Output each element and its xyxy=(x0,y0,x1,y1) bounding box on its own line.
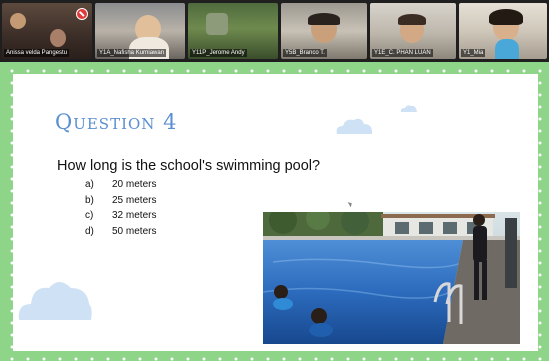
participant-tile[interactable]: Y1_Mia xyxy=(459,3,547,59)
option-letter: a) xyxy=(85,179,94,190)
participant-tile[interactable]: Anissa velda Pangestu xyxy=(2,3,92,59)
person-hair xyxy=(398,14,426,25)
answer-option: b) 25 meters xyxy=(85,195,156,211)
cloud-icon xyxy=(336,118,373,134)
mic-muted-icon xyxy=(76,8,88,20)
shared-slide: Question 4 How long is the school's swim… xyxy=(0,62,549,361)
participant-tile[interactable]: Y1E_C. PHAN LUAN xyxy=(370,3,456,59)
answer-option: d) 50 meters xyxy=(85,226,156,242)
option-text: 32 meters xyxy=(112,210,157,221)
cursor-icon xyxy=(347,200,354,208)
participant-name: Y11P_Jerome Andy xyxy=(190,49,247,57)
person-hair xyxy=(489,9,523,25)
participant-tile[interactable]: Y11P_Jerome Andy xyxy=(188,3,278,59)
option-letter: b) xyxy=(85,194,94,206)
person-head xyxy=(50,29,66,47)
answer-option: c) 32 meters xyxy=(85,210,156,226)
participant-name: Y5B_Branco T. xyxy=(283,49,327,57)
question-title: Question 4 xyxy=(55,110,178,134)
background-object xyxy=(206,13,228,35)
cloud-icon xyxy=(18,282,92,320)
participant-name: Y1E_C. PHAN LUAN xyxy=(372,49,433,57)
participant-name: Y1A_Nafisha Kurniawan xyxy=(97,49,167,57)
option-letter: c) xyxy=(85,210,94,221)
pool-scene xyxy=(263,212,520,344)
swimming-pool-photo xyxy=(263,212,520,344)
cloud-icon xyxy=(400,105,417,112)
person-hair xyxy=(308,13,340,25)
option-text: 25 meters xyxy=(112,194,157,206)
question-text: How long is the school's swimming pool? xyxy=(57,158,321,174)
option-text: 50 meters xyxy=(112,225,157,237)
option-letter: d) xyxy=(85,225,94,237)
slide-content: Question 4 How long is the school's swim… xyxy=(13,74,538,351)
answer-option: a) 20 meters xyxy=(85,179,156,195)
answer-options: a) 20 meters b) 25 meters c) 32 meters d) 50… xyxy=(85,179,156,241)
participant-strip: Anissa velda Pangestu Y1A_Nafisha Kurnia… xyxy=(0,0,549,62)
participant-name: Anissa velda Pangestu xyxy=(4,49,70,57)
option-text: 20 meters xyxy=(112,179,157,190)
person-body xyxy=(495,39,519,59)
person-head xyxy=(10,13,26,29)
participant-tile[interactable]: Y1A_Nafisha Kurniawan xyxy=(95,3,185,59)
video-call-screen: Anissa velda Pangestu Y1A_Nafisha Kurnia… xyxy=(0,0,549,361)
participant-tile[interactable]: Y5B_Branco T. xyxy=(281,3,367,59)
participant-name: Y1_Mia xyxy=(461,49,486,57)
